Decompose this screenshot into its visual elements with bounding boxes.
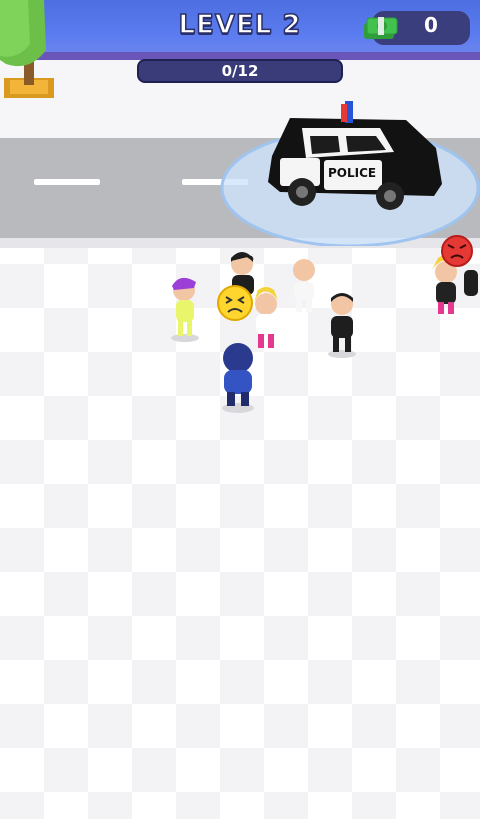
civilian-black-suit[interactable] [318, 290, 364, 360]
progress-label: 0/12 [221, 62, 259, 80]
progress-bar: 0/12 [137, 59, 343, 83]
lane-marking [34, 179, 100, 185]
angry-face-icon [441, 235, 473, 267]
cash-value: 0 [424, 13, 438, 37]
cash-stack-icon [364, 17, 398, 39]
sad-face-icon [217, 285, 253, 321]
civilian-purple-hair[interactable] [160, 272, 210, 344]
police-officer-player[interactable] [210, 340, 266, 414]
police-car-label: POLICE [328, 166, 377, 180]
